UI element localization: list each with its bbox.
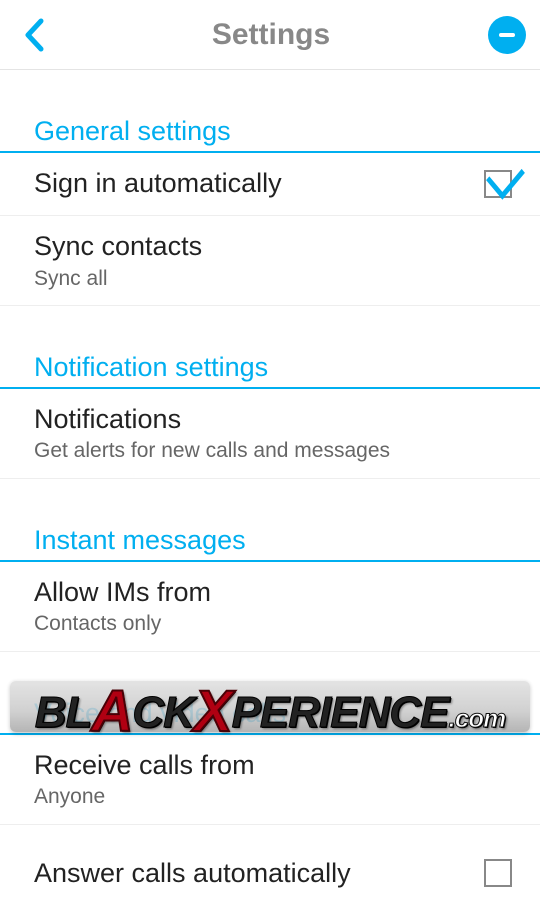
page-title: Settings	[54, 18, 488, 52]
row-allow-ims-from[interactable]: Allow IMs from Contacts only	[0, 562, 540, 652]
header: Settings	[0, 0, 540, 70]
section-header-voice-video: Voice and video calls	[0, 688, 540, 735]
row-title: Notifications	[34, 403, 518, 437]
status-away-icon	[499, 33, 515, 37]
row-title: Answer calls automatically	[34, 857, 484, 891]
status-button[interactable]	[488, 16, 526, 54]
settings-list: General settings Sign in automatically S…	[0, 70, 540, 904]
row-sub: Contacts only	[34, 611, 518, 636]
row-notifications[interactable]: Notifications Get alerts for new calls a…	[0, 389, 540, 479]
chevron-left-icon	[23, 18, 45, 52]
checkbox-sign-in[interactable]	[484, 170, 512, 198]
back-button[interactable]	[14, 15, 54, 55]
row-sync-contacts[interactable]: Sync contacts Sync all	[0, 216, 540, 306]
row-receive-calls-from[interactable]: Receive calls from Anyone	[0, 735, 540, 825]
section-header-instant-messages: Instant messages	[0, 515, 540, 562]
row-title: Sign in automatically	[34, 167, 484, 201]
row-title: Receive calls from	[34, 749, 518, 783]
row-sign-in-automatically[interactable]: Sign in automatically	[0, 153, 540, 216]
section-header-notifications: Notification settings	[0, 342, 540, 389]
row-sub: Sync all	[34, 266, 518, 291]
row-answer-calls-automatically[interactable]: Answer calls automatically	[0, 843, 540, 905]
row-title: Sync contacts	[34, 230, 518, 264]
checkbox-answer-auto[interactable]	[484, 859, 512, 887]
section-header-general: General settings	[0, 106, 540, 153]
row-sub: Anyone	[34, 784, 518, 809]
row-title: Allow IMs from	[34, 576, 518, 610]
row-sub: Get alerts for new calls and messages	[34, 438, 518, 463]
